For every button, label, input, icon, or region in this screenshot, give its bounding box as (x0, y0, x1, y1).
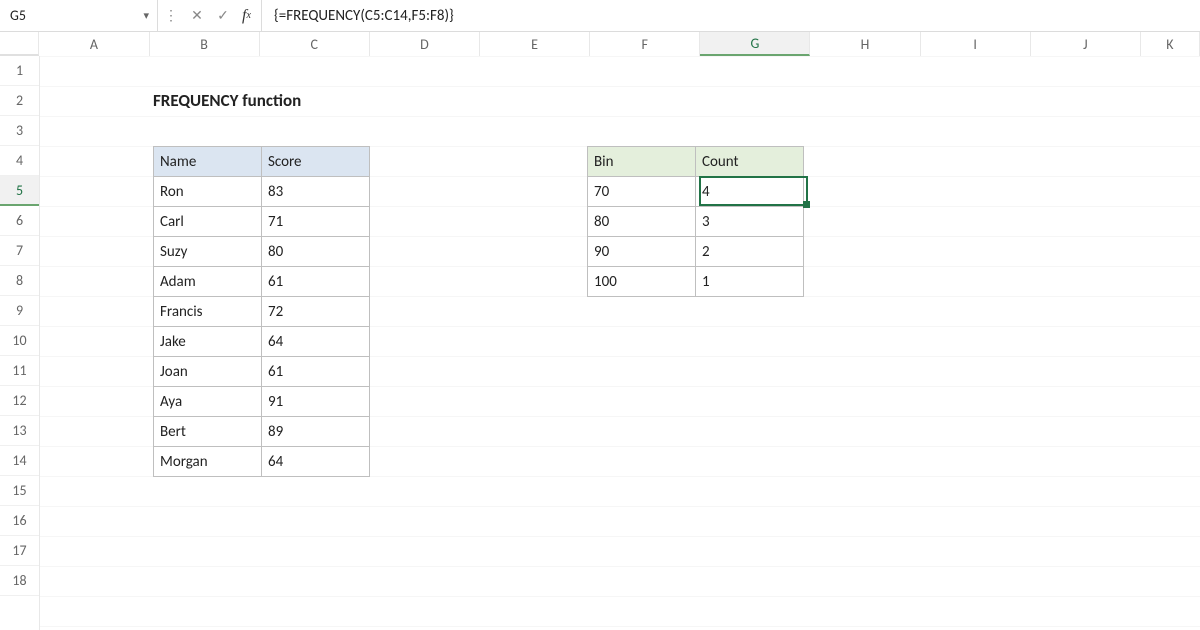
names-score-table: NameScoreRon83Carl71Suzy80Adam61Francis7… (153, 146, 370, 477)
table-cell[interactable]: 4 (696, 177, 804, 207)
column-headers: ABCDEFGHIJK (0, 32, 1200, 56)
table-cell[interactable]: Joan (154, 357, 262, 387)
row-header-4[interactable]: 4 (0, 146, 39, 176)
row-header-14[interactable]: 14 (0, 446, 39, 476)
column-header-F[interactable]: F (590, 32, 700, 56)
table-cell[interactable]: 61 (262, 267, 370, 297)
column-header-H[interactable]: H (810, 32, 920, 56)
table-row: Joan61 (154, 357, 370, 387)
column-header-A[interactable]: A (39, 32, 149, 56)
table-cell[interactable]: 64 (262, 447, 370, 477)
row-header-13[interactable]: 13 (0, 416, 39, 446)
table-row: 704 (588, 177, 804, 207)
table-row: Ron83 (154, 177, 370, 207)
table-row: 803 (588, 207, 804, 237)
column-header-I[interactable]: I (921, 32, 1031, 56)
table-cell[interactable]: Francis (154, 297, 262, 327)
table-cell[interactable]: Carl (154, 207, 262, 237)
table-cell[interactable]: 83 (262, 177, 370, 207)
row-header-17[interactable]: 17 (0, 536, 39, 566)
enter-icon[interactable]: ✓ (210, 0, 236, 31)
table-row: Francis72 (154, 297, 370, 327)
fill-handle[interactable] (803, 201, 810, 208)
row-header-16[interactable]: 16 (0, 506, 39, 536)
table-cell[interactable]: 1 (696, 267, 804, 297)
row-headers: 123456789101112131415161718 (0, 56, 40, 630)
table-row: Jake64 (154, 327, 370, 357)
table-cell[interactable]: 72 (262, 297, 370, 327)
column-header-C[interactable]: C (260, 32, 370, 56)
row-header-15[interactable]: 15 (0, 476, 39, 506)
table-cell[interactable]: 61 (262, 357, 370, 387)
table-cell[interactable]: Adam (154, 267, 262, 297)
cancel-icon[interactable]: ✕ (184, 0, 210, 31)
table-cell[interactable]: Jake (154, 327, 262, 357)
page-title: FREQUENCY function (153, 90, 301, 111)
table-cell[interactable]: 64 (262, 327, 370, 357)
grid-canvas[interactable]: FREQUENCY function NameScoreRon83Carl71S… (40, 56, 1200, 630)
name-box-value: G5 (10, 7, 26, 24)
table-row: Bert89 (154, 417, 370, 447)
table-cell[interactable]: 89 (262, 417, 370, 447)
row-header-2[interactable]: 2 (0, 86, 39, 116)
select-all-corner[interactable] (0, 32, 39, 55)
table-header[interactable]: Score (262, 147, 370, 177)
row-header-1[interactable]: 1 (0, 56, 39, 86)
table-row: Morgan64 (154, 447, 370, 477)
row-header-5[interactable]: 5 (0, 176, 39, 206)
row-header-6[interactable]: 6 (0, 206, 39, 236)
bin-count-table: BinCount7048039021001 (587, 146, 804, 297)
row-header-11[interactable]: 11 (0, 356, 39, 386)
row-header-10[interactable]: 10 (0, 326, 39, 356)
table-cell[interactable]: 3 (696, 207, 804, 237)
table-cell[interactable]: 70 (588, 177, 696, 207)
name-box[interactable]: G5 ▾ (0, 0, 158, 31)
column-header-D[interactable]: D (370, 32, 480, 56)
table-cell[interactable]: 71 (262, 207, 370, 237)
formula-text: {=FREQUENCY(C5:C14,F5:F8)} (274, 7, 454, 25)
vseparator-icon: ⋮ (158, 0, 184, 31)
table-header[interactable]: Bin (588, 147, 696, 177)
table-row: 1001 (588, 267, 804, 297)
row-header-18[interactable]: 18 (0, 566, 39, 596)
column-header-K[interactable]: K (1141, 32, 1200, 56)
column-header-B[interactable]: B (150, 32, 260, 56)
table-cell[interactable]: Bert (154, 417, 262, 447)
row-header-12[interactable]: 12 (0, 386, 39, 416)
table-row: 902 (588, 237, 804, 267)
column-header-J[interactable]: J (1031, 32, 1141, 56)
chevron-down-icon[interactable]: ▾ (143, 9, 149, 22)
column-header-E[interactable]: E (480, 32, 590, 56)
row-header-3[interactable]: 3 (0, 116, 39, 146)
table-cell[interactable]: Aya (154, 387, 262, 417)
row-header-7[interactable]: 7 (0, 236, 39, 266)
row-header-8[interactable]: 8 (0, 266, 39, 296)
table-cell[interactable]: 80 (588, 207, 696, 237)
table-row: Aya91 (154, 387, 370, 417)
table-cell[interactable]: 90 (588, 237, 696, 267)
table-row: Carl71 (154, 207, 370, 237)
table-cell[interactable]: 91 (262, 387, 370, 417)
fx-icon[interactable]: fx (236, 0, 262, 31)
table-cell[interactable]: 100 (588, 267, 696, 297)
table-cell[interactable]: 80 (262, 237, 370, 267)
formula-bar: G5 ▾ ⋮ ✕ ✓ fx {=FREQUENCY(C5:C14,F5:F8)} (0, 0, 1200, 32)
table-row: Suzy80 (154, 237, 370, 267)
table-cell[interactable]: Morgan (154, 447, 262, 477)
table-header[interactable]: Name (154, 147, 262, 177)
column-header-G[interactable]: G (700, 32, 810, 56)
table-row: Adam61 (154, 267, 370, 297)
table-header[interactable]: Count (696, 147, 804, 177)
table-cell[interactable]: Ron (154, 177, 262, 207)
table-cell[interactable]: Suzy (154, 237, 262, 267)
table-cell[interactable]: 2 (696, 237, 804, 267)
row-header-9[interactable]: 9 (0, 296, 39, 326)
formula-input[interactable]: {=FREQUENCY(C5:C14,F5:F8)} (266, 0, 1200, 31)
worksheet: ABCDEFGHIJK 123456789101112131415161718 … (0, 32, 1200, 630)
